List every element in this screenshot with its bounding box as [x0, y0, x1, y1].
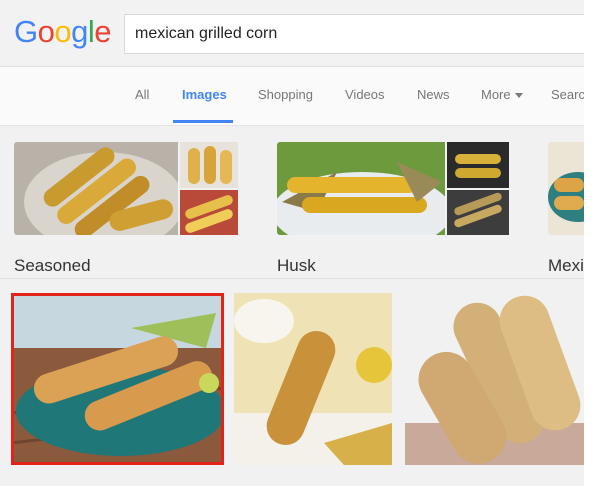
google-logo[interactable]: Google: [14, 14, 112, 50]
image-result-selected[interactable]: [11, 293, 224, 465]
search-tabs: All Images Shopping Videos News More Sea…: [0, 67, 604, 126]
page-edge: [584, 0, 604, 486]
related-thumbnail: [14, 142, 178, 235]
related-label: Husk: [277, 256, 316, 275]
related-searches: Seasoned Husk Mexi: [0, 126, 604, 279]
related-label: Seasoned: [14, 256, 91, 275]
logo-letter: o: [37, 14, 55, 49]
result-image: [405, 293, 585, 465]
related-thumbnail: [548, 142, 584, 235]
related-card-husk[interactable]: Husk: [277, 142, 509, 282]
tab-all[interactable]: All: [135, 87, 149, 102]
related-thumbnail: [277, 142, 445, 235]
tab-shopping[interactable]: Shopping: [258, 87, 313, 102]
search-input[interactable]: [135, 15, 585, 53]
image-results: [0, 279, 604, 486]
tab-more-label: More: [481, 87, 511, 102]
tab-search-tools[interactable]: Searc: [551, 87, 585, 102]
related-thumbnail: [180, 142, 238, 188]
caret-down-icon: [514, 93, 523, 99]
logo-letter: o: [54, 14, 72, 49]
related-thumbnail: [447, 190, 509, 235]
tab-more[interactable]: More: [481, 87, 523, 102]
image-result[interactable]: [234, 293, 392, 465]
result-image: [11, 293, 224, 465]
active-tab-indicator: [173, 120, 233, 123]
related-thumbnail: [447, 142, 509, 188]
tab-images[interactable]: Images: [182, 87, 227, 102]
logo-letter: e: [94, 14, 112, 49]
header: Google: [0, 0, 604, 67]
tab-videos[interactable]: Videos: [345, 87, 385, 102]
tab-news[interactable]: News: [417, 87, 450, 102]
search-box[interactable]: [124, 14, 594, 54]
related-thumbnail: [180, 190, 238, 235]
logo-letter: G: [14, 14, 38, 49]
result-image: [234, 293, 392, 465]
logo-letter: g: [71, 14, 88, 49]
related-card-seasoned[interactable]: Seasoned: [14, 142, 238, 282]
image-result[interactable]: [405, 293, 585, 465]
related-label: Mexi: [548, 256, 584, 275]
